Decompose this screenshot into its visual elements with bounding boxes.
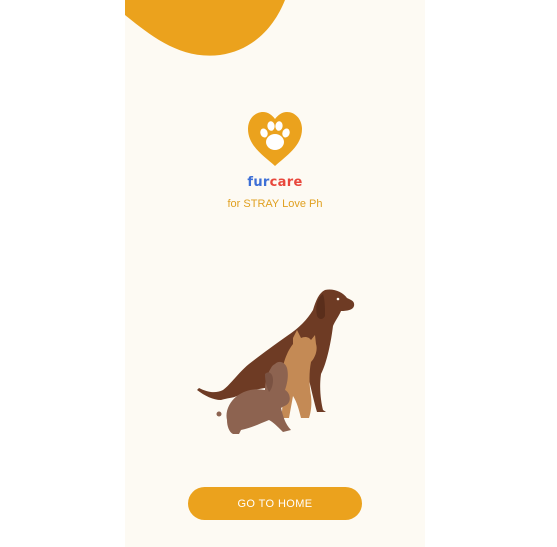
heart-paw-icon bbox=[248, 112, 302, 166]
tagline: for STRAY Love Ph bbox=[227, 198, 323, 210]
app-screen: furcare for STRAY Love Ph GO TO HOME bbox=[125, 0, 425, 547]
go-to-home-button[interactable]: GO TO HOME bbox=[188, 487, 362, 520]
top-wave-decoration bbox=[125, 0, 285, 56]
brand-name: furcare bbox=[125, 175, 425, 190]
brand-name-fur: fur bbox=[247, 175, 270, 190]
brand-name-care: care bbox=[269, 175, 303, 190]
pets-illustration bbox=[197, 289, 355, 434]
